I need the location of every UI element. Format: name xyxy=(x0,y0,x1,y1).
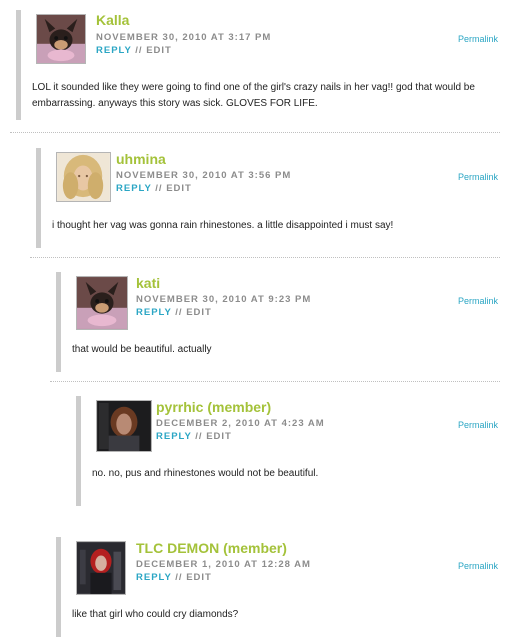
comment-date: DECEMBER 1, 2010 AT 12:28 AM xyxy=(136,559,311,570)
comment-pyrrhic: pyrrhic (member) DECEMBER 2, 2010 AT 4:2… xyxy=(76,396,506,506)
comment-body: that would be beautiful. actually xyxy=(72,344,212,355)
action-separator: // xyxy=(175,307,187,318)
permalink-link[interactable]: Permalink xyxy=(458,420,498,430)
comment-actions: REPLY // EDIT xyxy=(136,307,212,318)
comment-actions: REPLY // EDIT xyxy=(156,431,232,442)
thread-bar xyxy=(56,537,61,637)
comment-author[interactable]: Kalla xyxy=(96,12,129,28)
comment-divider xyxy=(50,381,500,382)
comment-body: i thought her vag was gonna rain rhinest… xyxy=(52,220,394,231)
comment-actions: REPLY // EDIT xyxy=(116,183,192,194)
avatar[interactable] xyxy=(76,276,128,330)
comment-author[interactable]: TLC DEMON (member) xyxy=(136,540,287,556)
red-hair-portrait-avatar-icon xyxy=(77,542,125,594)
avatar[interactable] xyxy=(56,152,111,202)
edit-link[interactable]: EDIT xyxy=(186,572,212,583)
comment-divider xyxy=(10,132,500,133)
comment-date: DECEMBER 2, 2010 AT 4:23 AM xyxy=(156,418,325,429)
action-separator: // xyxy=(155,183,167,194)
permalink-link[interactable]: Permalink xyxy=(458,34,498,44)
chihuahua-avatar-icon xyxy=(77,277,127,329)
comment-divider xyxy=(30,257,500,258)
reply-link[interactable]: REPLY xyxy=(116,183,152,194)
comment-body: like that girl who could cry diamonds? xyxy=(72,609,239,620)
thread-bar xyxy=(16,10,21,120)
blonde-portrait-avatar-icon xyxy=(57,153,110,201)
edit-link[interactable]: EDIT xyxy=(186,307,212,318)
thread-bar xyxy=(36,148,41,248)
comment-tlc-demon: TLC DEMON (member) DECEMBER 1, 2010 AT 1… xyxy=(56,537,506,637)
comment-kalla: Kalla NOVEMBER 30, 2010 AT 3:17 PM REPLY… xyxy=(16,10,506,120)
reply-link[interactable]: REPLY xyxy=(136,572,172,583)
comment-uhmina: uhmina NOVEMBER 30, 2010 AT 3:56 PM REPL… xyxy=(36,148,506,248)
comment-date: NOVEMBER 30, 2010 AT 9:23 PM xyxy=(136,294,312,305)
comment-actions: REPLY // EDIT xyxy=(96,45,172,56)
edit-link[interactable]: EDIT xyxy=(166,183,192,194)
edit-link[interactable]: EDIT xyxy=(146,45,172,56)
comment-date: NOVEMBER 30, 2010 AT 3:56 PM xyxy=(116,170,292,181)
permalink-link[interactable]: Permalink xyxy=(458,561,498,571)
woman-portrait-avatar-icon xyxy=(97,401,151,451)
comment-body: no. no, pus and rhinestones would not be… xyxy=(92,468,319,479)
reply-link[interactable]: REPLY xyxy=(96,45,132,56)
comment-author[interactable]: kati xyxy=(136,275,160,291)
reply-link[interactable]: REPLY xyxy=(136,307,172,318)
permalink-link[interactable]: Permalink xyxy=(458,296,498,306)
avatar[interactable] xyxy=(76,541,126,595)
comment-body: LOL it sounded like they were going to f… xyxy=(32,82,475,109)
thread-bar xyxy=(76,396,81,506)
edit-link[interactable]: EDIT xyxy=(206,431,232,442)
comment-actions: REPLY // EDIT xyxy=(136,572,212,583)
permalink-link[interactable]: Permalink xyxy=(458,172,498,182)
comment-author[interactable]: uhmina xyxy=(116,151,166,167)
comment-author[interactable]: pyrrhic (member) xyxy=(156,399,271,415)
avatar[interactable] xyxy=(36,14,86,64)
avatar[interactable] xyxy=(96,400,152,452)
action-separator: // xyxy=(175,572,187,583)
action-separator: // xyxy=(135,45,147,56)
comment-date: NOVEMBER 30, 2010 AT 3:17 PM xyxy=(96,32,272,43)
thread-bar xyxy=(56,272,61,372)
chihuahua-avatar-icon xyxy=(37,15,85,63)
comment-kati: kati NOVEMBER 30, 2010 AT 9:23 PM REPLY … xyxy=(56,272,506,372)
action-separator: // xyxy=(195,431,207,442)
reply-link[interactable]: REPLY xyxy=(156,431,192,442)
